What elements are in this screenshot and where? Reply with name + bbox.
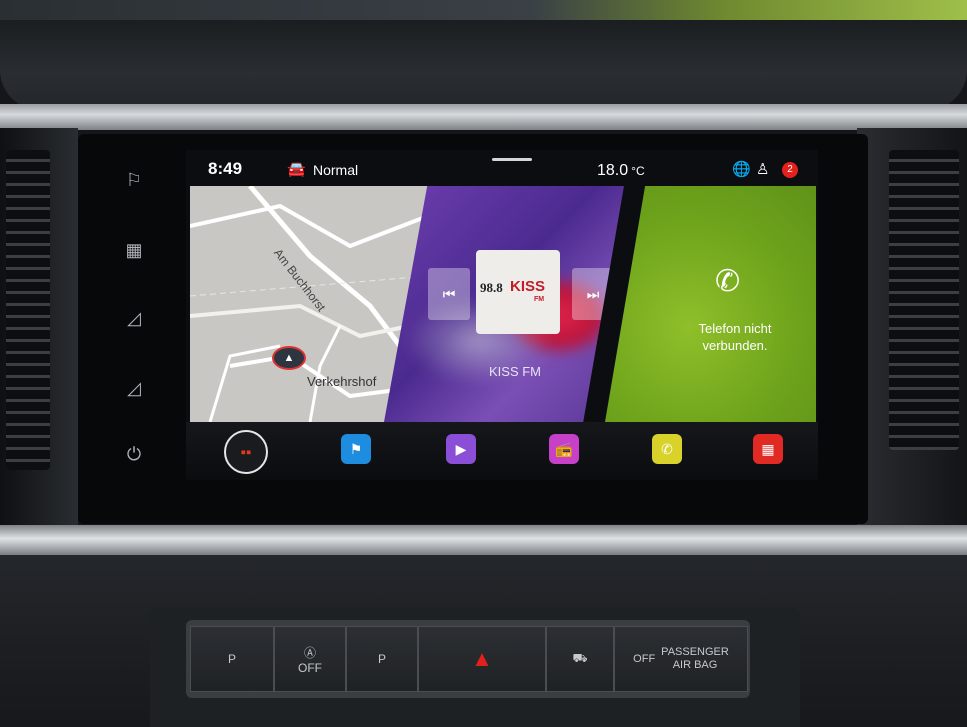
hazard-icon: ▲: [471, 646, 493, 671]
park-sensor-button[interactable]: P: [346, 626, 418, 692]
passenger-airbag-indicator: OFF PASSENGER AIR BAG: [614, 626, 748, 692]
street-label: Verkehrshof: [307, 374, 377, 389]
drive-mode[interactable]: Normal: [313, 162, 358, 178]
position-arrow-icon: ▲: [272, 346, 306, 370]
trunk-button[interactable]: ⛟: [546, 626, 614, 692]
temperature: 18.0 °C: [597, 162, 645, 179]
volume-up-icon[interactable]: ◿: [118, 302, 150, 334]
flag-icon[interactable]: ⚐: [118, 164, 150, 196]
display: 8:49 🚘 Normal 18.0 °C 🌐 ♙ 2 Am Buchhorst …: [186, 150, 818, 480]
park-assist-button[interactable]: P: [190, 626, 274, 692]
hazard-button[interactable]: ▲: [418, 626, 546, 692]
phone-icon[interactable]: ✆: [652, 434, 682, 464]
pulldown-handle[interactable]: [492, 158, 532, 161]
keyboard-icon[interactable]: ▦: [118, 234, 150, 266]
station-name: KISS FM: [489, 364, 542, 379]
air-vent-right: [889, 150, 959, 450]
station-logo: 98.8 KISS FM: [476, 250, 560, 334]
phone-icon: ✆: [715, 265, 741, 298]
person-icon[interactable]: ♙: [756, 160, 769, 178]
navigation-flag-icon[interactable]: ⚑: [341, 434, 371, 464]
volume-down-icon[interactable]: ◿: [118, 372, 150, 404]
radio-icon[interactable]: 📻: [549, 434, 579, 464]
chrome-trim-bottom: [0, 525, 967, 555]
skip-previous-icon[interactable]: ⏮: [428, 268, 470, 320]
auto-hold-button[interactable]: Ⓐ OFF: [274, 626, 346, 692]
app-dock: ▪▪ ⚑ ▶ 📻 ✆ ▦: [186, 422, 818, 480]
phone-status: Telefon nicht verbunden.: [698, 321, 772, 353]
status-bar: 8:49 🚘 Normal 18.0 °C 🌐 ♙ 2: [186, 150, 818, 186]
hardware-button-bar: P Ⓐ OFF P ▲ ⛟ OFF PASSENGER AIR BAG: [186, 620, 750, 698]
clock: 8:49: [208, 159, 243, 178]
globe-icon[interactable]: 🌐: [732, 160, 751, 178]
car-settings-icon[interactable]: ▦: [753, 434, 783, 464]
skip-next-icon[interactable]: ⏭: [572, 268, 614, 320]
chrome-trim-top: [0, 104, 967, 130]
phone-tile[interactable]: ✆ Telefon nicht verbunden.: [605, 186, 816, 422]
power-icon[interactable]: ⏻: [118, 438, 150, 470]
car-icon: 🚘: [287, 161, 306, 178]
air-vent-left: [6, 150, 50, 470]
media-play-icon[interactable]: ▶: [446, 434, 476, 464]
car-icon: ⛟: [572, 651, 588, 665]
home-grid-icon[interactable]: ▪▪: [224, 430, 268, 474]
dashboard-top: [0, 20, 967, 110]
notification-badge[interactable]: 2: [782, 162, 798, 178]
